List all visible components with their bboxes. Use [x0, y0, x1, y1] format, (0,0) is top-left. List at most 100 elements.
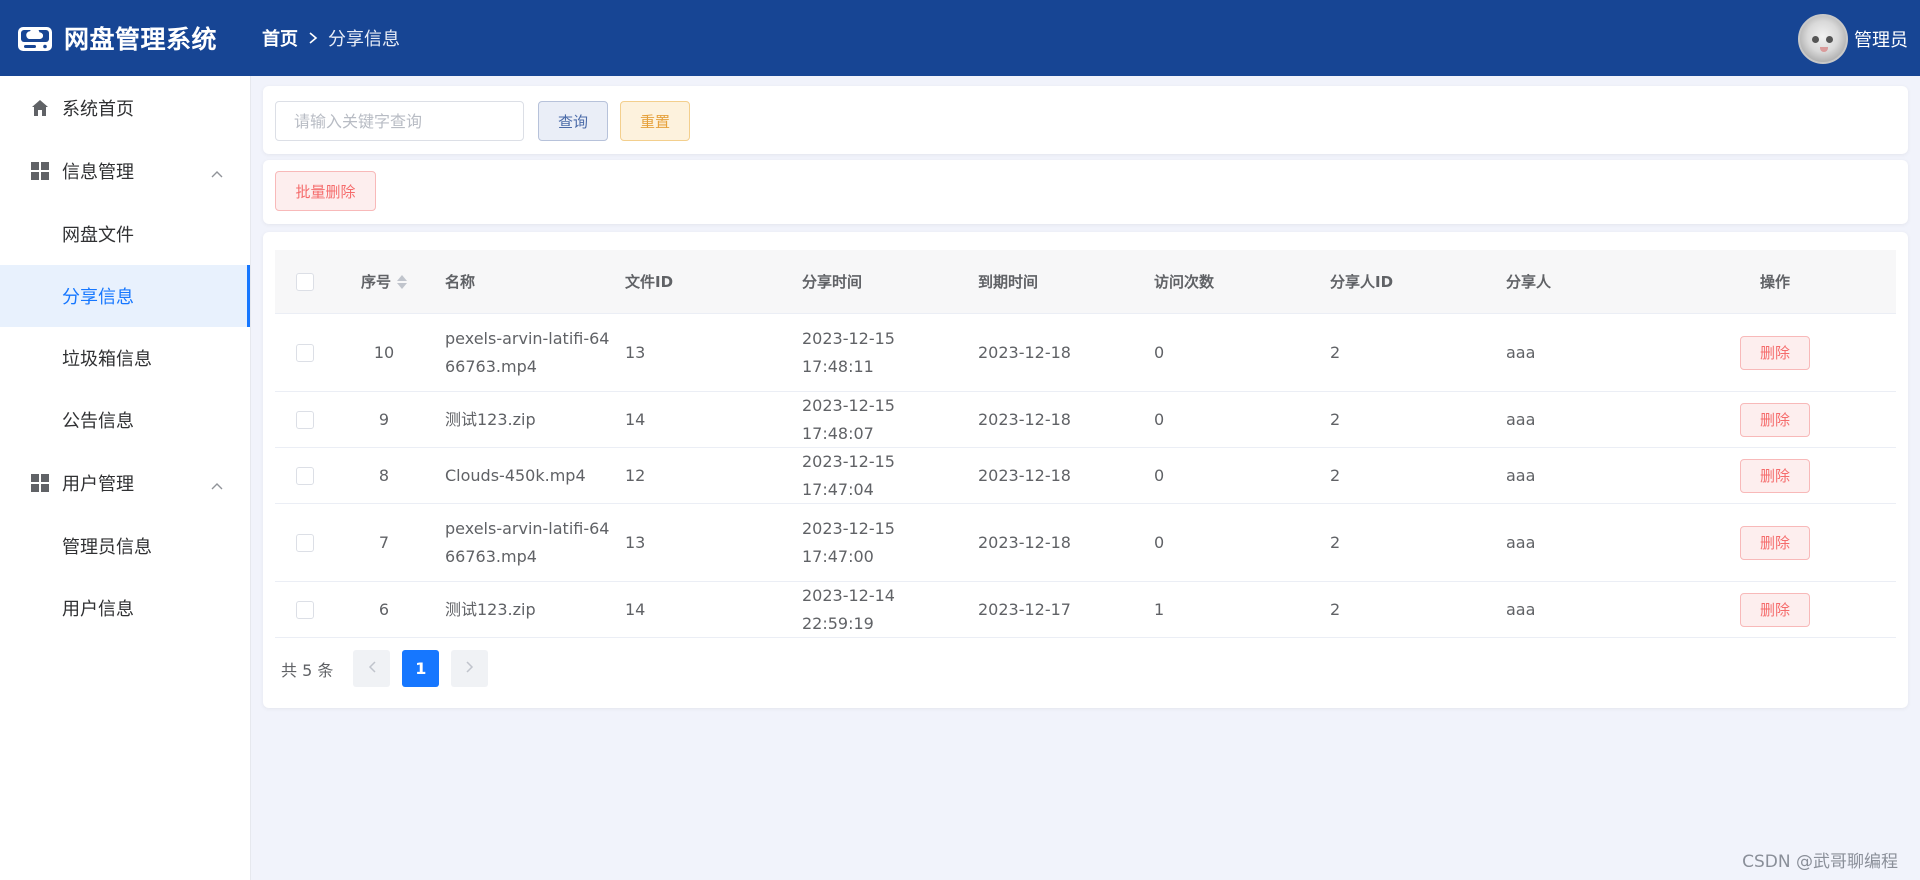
top-header: 网盘管理系统 首页 分享信息 管理员 — [0, 0, 1920, 76]
user-name[interactable]: 管理员 — [1854, 26, 1908, 52]
row-sharer-id: 2 — [1330, 532, 1341, 552]
logo[interactable]: 网盘管理系统 — [0, 0, 250, 76]
breadcrumb: 首页 分享信息 — [262, 25, 400, 51]
table-row: 6 测试123.zip 14 2023-12-14 22:59:19 2023-… — [275, 582, 1896, 638]
breadcrumb-home[interactable]: 首页 — [262, 25, 298, 51]
row-share-time: 2023-12-15 17:48:11 — [802, 328, 895, 376]
row-visits: 0 — [1154, 409, 1165, 429]
table-row: 9 测试123.zip 14 2023-12-15 17:48:07 2023-… — [275, 392, 1896, 448]
table-header: 序号 名称 文件ID 分享时间 到期时间 访问次数 分享人ID 分享人 操作 — [275, 250, 1896, 314]
row-file-id: 14 — [625, 409, 646, 429]
batch-delete-button[interactable]: 批量删除 — [275, 171, 376, 211]
row-checkbox[interactable] — [296, 343, 314, 362]
delete-button[interactable]: 删除 — [1740, 402, 1810, 437]
header-sharer-id: 分享人ID — [1330, 272, 1394, 291]
delete-button[interactable]: 删除 — [1740, 525, 1810, 560]
row-check-cell — [275, 466, 335, 485]
row-sharer-id: 2 — [1330, 465, 1341, 485]
row-visits: 0 — [1154, 342, 1165, 362]
select-all-checkbox[interactable] — [296, 272, 314, 291]
header-index[interactable]: 序号 — [335, 268, 433, 296]
row-check-cell — [275, 410, 335, 429]
sidebar-item-users[interactable]: 用户信息 — [0, 577, 250, 639]
select-all-cell — [275, 272, 335, 291]
prev-page-button[interactable] — [353, 650, 391, 687]
row-name: pexels-arvin-latifi-6466763.mp4 — [445, 518, 610, 566]
table-row: 10 pexels-arvin-latifi-6466763.mp4 13 20… — [275, 314, 1896, 392]
header-visits: 访问次数 — [1154, 272, 1215, 291]
row-checkbox[interactable] — [296, 466, 314, 485]
row-name: Clouds-450k.mp4 — [445, 465, 586, 485]
header-expire-time: 到期时间 — [978, 272, 1039, 291]
delete-button[interactable]: 删除 — [1740, 335, 1810, 370]
sidebar-item-home[interactable]: 系统首页 — [0, 77, 250, 139]
header-label: 序号 — [360, 272, 391, 291]
next-page-button[interactable] — [451, 650, 489, 687]
row-sharer: aaa — [1506, 465, 1536, 485]
row-index: 9 — [378, 409, 390, 429]
row-share-time: 2023-12-15 17:47:00 — [802, 518, 895, 566]
delete-button[interactable]: 删除 — [1740, 592, 1810, 627]
row-checkbox[interactable] — [296, 410, 314, 429]
row-operation: 删除 — [1674, 592, 1876, 627]
share-table: 序号 名称 文件ID 分享时间 到期时间 访问次数 分享人ID 分享人 操作 1… — [275, 250, 1896, 638]
row-sharer: aaa — [1506, 599, 1536, 619]
row-expire-time: 2023-12-18 — [978, 342, 1071, 362]
sidebar-item-shares[interactable]: 分享信息 — [0, 265, 250, 327]
row-expire-time: 2023-12-18 — [978, 409, 1071, 429]
sort-icon[interactable] — [397, 275, 407, 289]
header-sharer: 分享人 — [1506, 272, 1552, 291]
row-operation: 删除 — [1674, 402, 1876, 437]
header-share-time: 分享时间 — [802, 272, 863, 291]
row-checkbox[interactable] — [296, 600, 314, 619]
row-visits: 0 — [1154, 532, 1165, 552]
app-title: 网盘管理系统 — [64, 25, 218, 54]
sidebar: 系统首页 信息管理 网盘文件 分享信息 垃圾箱信息 公告信息 用户管理 管理员信… — [0, 76, 251, 880]
row-sharer-id: 2 — [1330, 342, 1341, 362]
header-name: 名称 — [445, 272, 476, 291]
chevron-right-icon — [308, 31, 318, 45]
row-name: 测试123.zip — [445, 599, 536, 619]
row-file-id: 12 — [625, 465, 646, 485]
table-card: 序号 名称 文件ID 分享时间 到期时间 访问次数 分享人ID 分享人 操作 1… — [263, 232, 1908, 708]
home-icon — [30, 98, 50, 118]
row-checkbox[interactable] — [296, 533, 314, 552]
search-input[interactable] — [275, 101, 524, 141]
row-name: pexels-arvin-latifi-6466763.mp4 — [445, 328, 610, 376]
sidebar-item-label: 系统首页 — [62, 99, 134, 120]
grid-icon — [30, 161, 50, 181]
header-file-id: 文件ID — [625, 272, 674, 291]
row-expire-time: 2023-12-17 — [978, 599, 1071, 619]
row-name: 测试123.zip — [445, 409, 536, 429]
page-number-button[interactable]: 1 — [402, 650, 440, 687]
row-index: 7 — [378, 532, 390, 552]
sidebar-group-info[interactable]: 信息管理 — [0, 139, 250, 203]
chevron-up-icon — [210, 475, 224, 496]
row-operation: 删除 — [1674, 458, 1876, 493]
sidebar-item-files[interactable]: 网盘文件 — [0, 203, 250, 265]
row-share-time: 2023-12-15 17:47:04 — [802, 451, 895, 499]
chevron-right-icon — [465, 659, 475, 678]
avatar[interactable] — [1798, 14, 1848, 64]
sidebar-group-users[interactable]: 用户管理 — [0, 451, 250, 515]
row-file-id: 13 — [625, 342, 646, 362]
row-sharer: aaa — [1506, 532, 1536, 552]
row-share-time: 2023-12-14 22:59:19 — [802, 585, 895, 633]
delete-button[interactable]: 删除 — [1740, 458, 1810, 493]
user-menu[interactable]: 管理员 — [1798, 14, 1908, 64]
breadcrumb-current: 分享信息 — [328, 29, 400, 50]
watermark: CSDN @武哥聊编程 — [1742, 852, 1898, 872]
search-card: 查询 重置 — [263, 86, 1908, 154]
row-file-id: 13 — [625, 532, 646, 552]
query-button[interactable]: 查询 — [538, 101, 608, 141]
sidebar-item-admins[interactable]: 管理员信息 — [0, 515, 250, 577]
row-check-cell — [275, 533, 335, 552]
row-expire-time: 2023-12-18 — [978, 465, 1071, 485]
sidebar-item-notices[interactable]: 公告信息 — [0, 389, 250, 451]
row-expire-time: 2023-12-18 — [978, 532, 1071, 552]
sidebar-item-trash[interactable]: 垃圾箱信息 — [0, 327, 250, 389]
pagination: 共 5 条 1 — [281, 650, 500, 687]
pagination-total: 共 5 条 — [281, 660, 334, 680]
reset-button[interactable]: 重置 — [620, 101, 690, 141]
row-index: 10 — [373, 342, 395, 362]
